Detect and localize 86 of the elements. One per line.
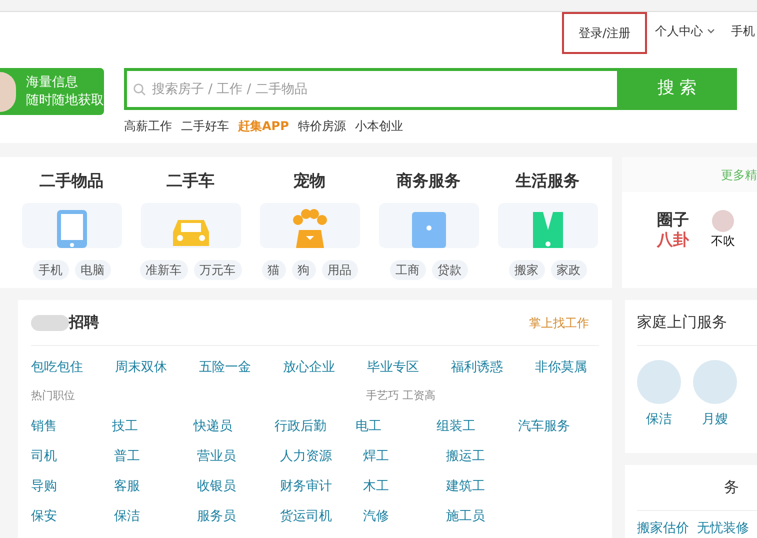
category-tile[interactable]: [378, 203, 478, 248]
service-link[interactable]: 月嫂: [702, 410, 728, 430]
category-tag[interactable]: 电脑: [74, 260, 110, 280]
job-tag-link[interactable]: 非你莫属: [535, 358, 587, 378]
service-link[interactable]: 无忧装修: [697, 519, 749, 538]
job-link[interactable]: 保洁: [114, 509, 140, 524]
logo-text: 八卦: [657, 230, 689, 250]
job-link[interactable]: 电工: [356, 419, 382, 434]
user-name: 不吹: [711, 233, 735, 250]
photo-placeholder: [637, 360, 681, 404]
job-link[interactable]: 服务员: [197, 509, 236, 524]
job-tag-link[interactable]: 五险一金: [199, 358, 251, 378]
job-link[interactable]: 货运司机: [280, 509, 332, 524]
section-title: 务: [724, 477, 739, 498]
section-title: 招聘: [69, 312, 99, 334]
section-title: 家庭上门服务: [637, 312, 727, 334]
service-link[interactable]: 保洁: [646, 410, 672, 430]
mobile-link[interactable]: 手机: [731, 22, 755, 40]
section-label: 手艺巧 工资高: [366, 388, 436, 404]
job-link[interactable]: 保安: [31, 509, 57, 524]
section-label: 热门职位: [31, 388, 76, 404]
service-link[interactable]: 搬家估价: [637, 519, 689, 538]
job-link[interactable]: 技工: [112, 419, 138, 434]
job-link[interactable]: 普工: [114, 449, 140, 464]
hot-link[interactable]: 高薪工作: [124, 117, 172, 135]
category-tile[interactable]: [498, 203, 598, 248]
blurred-logo: [31, 314, 69, 330]
job-link[interactable]: 营业员: [197, 449, 236, 464]
job-link[interactable]: 人力资源: [280, 449, 332, 464]
category-tag[interactable]: 贷款: [432, 260, 468, 280]
job-link[interactable]: 销售: [31, 419, 57, 434]
avatar-icon: [712, 210, 734, 232]
category-tile[interactable]: [260, 203, 360, 248]
job-link[interactable]: 财务审计: [280, 479, 332, 494]
app-banner[interactable]: 海量信息 随时随地获取: [0, 68, 104, 115]
job-link[interactable]: 导购: [31, 479, 57, 494]
photo-placeholder: [0, 72, 16, 112]
category-tag[interactable]: 狗: [292, 260, 316, 280]
job-link[interactable]: 汽车服务: [518, 419, 570, 434]
photo-placeholder: [693, 360, 737, 404]
login-link[interactable]: 登录/注册: [562, 12, 647, 54]
job-link[interactable]: 木工: [363, 479, 389, 494]
job-link[interactable]: 收银员: [197, 479, 236, 494]
job-link[interactable]: 施工员: [446, 509, 485, 524]
hot-link[interactable]: 小本创业: [354, 117, 403, 135]
job-link[interactable]: 焊工: [363, 449, 389, 464]
banner-text: 海量信息: [26, 74, 79, 92]
user-center-menu[interactable]: 个人中心: [655, 22, 715, 40]
job-tag-link[interactable]: 福利诱惑: [451, 358, 503, 378]
job-link[interactable]: 客服: [114, 479, 140, 494]
search-button[interactable]: 搜 索: [617, 71, 737, 107]
job-tag-link[interactable]: 周末双休: [115, 358, 167, 378]
category-title[interactable]: 生活服务: [516, 169, 580, 193]
category-tile[interactable]: [140, 203, 240, 248]
category-title[interactable]: 宠物: [294, 169, 326, 193]
category-tag[interactable]: 家政: [550, 260, 586, 280]
job-link[interactable]: 司机: [31, 449, 57, 464]
category-tag[interactable]: 万元车: [194, 260, 242, 280]
job-link[interactable]: 建筑工: [446, 479, 485, 494]
hot-link[interactable]: 二手好车: [181, 117, 229, 135]
job-link[interactable]: 快递员: [193, 419, 232, 434]
caret-icon: [707, 28, 715, 34]
more-link[interactable]: 更多精: [721, 166, 757, 184]
category-tag[interactable]: 准新车: [140, 260, 188, 280]
category-title[interactable]: 商务服务: [396, 169, 460, 193]
logo-text: 圈子: [657, 210, 689, 230]
job-link[interactable]: 汽修: [363, 509, 389, 524]
category-title[interactable]: 二手物品: [40, 169, 104, 193]
app-link[interactable]: 掌上找工作: [529, 314, 589, 332]
banner-text: 随时随地获取: [26, 92, 104, 110]
job-tag-link[interactable]: 包吃包住: [31, 358, 83, 378]
category-tile[interactable]: [22, 203, 122, 248]
job-link[interactable]: 组装工: [436, 419, 476, 434]
category-tag[interactable]: 猫: [262, 260, 286, 280]
hot-link[interactable]: 赶集APP: [238, 117, 289, 135]
category-title[interactable]: 二手车: [166, 169, 214, 193]
category-tag[interactable]: 工商: [390, 260, 426, 280]
job-tag-link[interactable]: 毕业专区: [367, 358, 419, 378]
job-link[interactable]: 搬运工: [446, 449, 485, 464]
job-tag-link[interactable]: 放心企业: [283, 358, 335, 378]
category-tag[interactable]: 用品: [322, 260, 358, 280]
job-link[interactable]: 行政后勤: [274, 419, 326, 434]
category-tag[interactable]: 手机: [32, 260, 68, 280]
category-tag[interactable]: 搬家: [508, 260, 544, 280]
search-icon: [133, 82, 146, 96]
hot-link[interactable]: 特价房源: [298, 117, 346, 135]
